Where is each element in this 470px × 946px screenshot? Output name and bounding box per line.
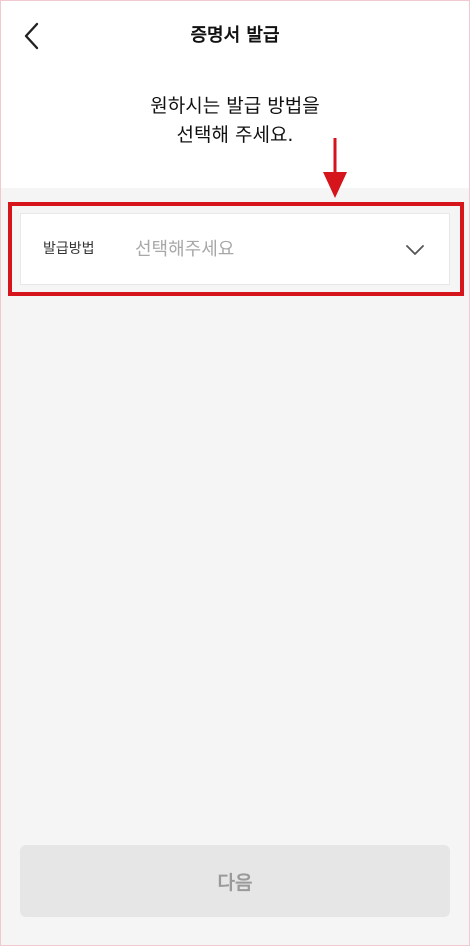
chevron-left-icon [24, 22, 39, 50]
instruction-text: 원하시는 발급 방법을 선택해 주세요. [0, 92, 470, 150]
page-title: 증명서 발급 [190, 25, 280, 46]
instruction-line-1: 원하시는 발급 방법을 [150, 95, 320, 117]
annotation-arrow-icon [323, 138, 347, 198]
annotation-highlight-box [8, 202, 464, 296]
next-button[interactable]: 다음 [20, 845, 450, 917]
back-button[interactable] [12, 16, 52, 56]
content-area [0, 188, 470, 946]
instruction-line-2: 선택해 주세요. [176, 124, 294, 146]
header: 증명서 발급 [0, 0, 470, 72]
